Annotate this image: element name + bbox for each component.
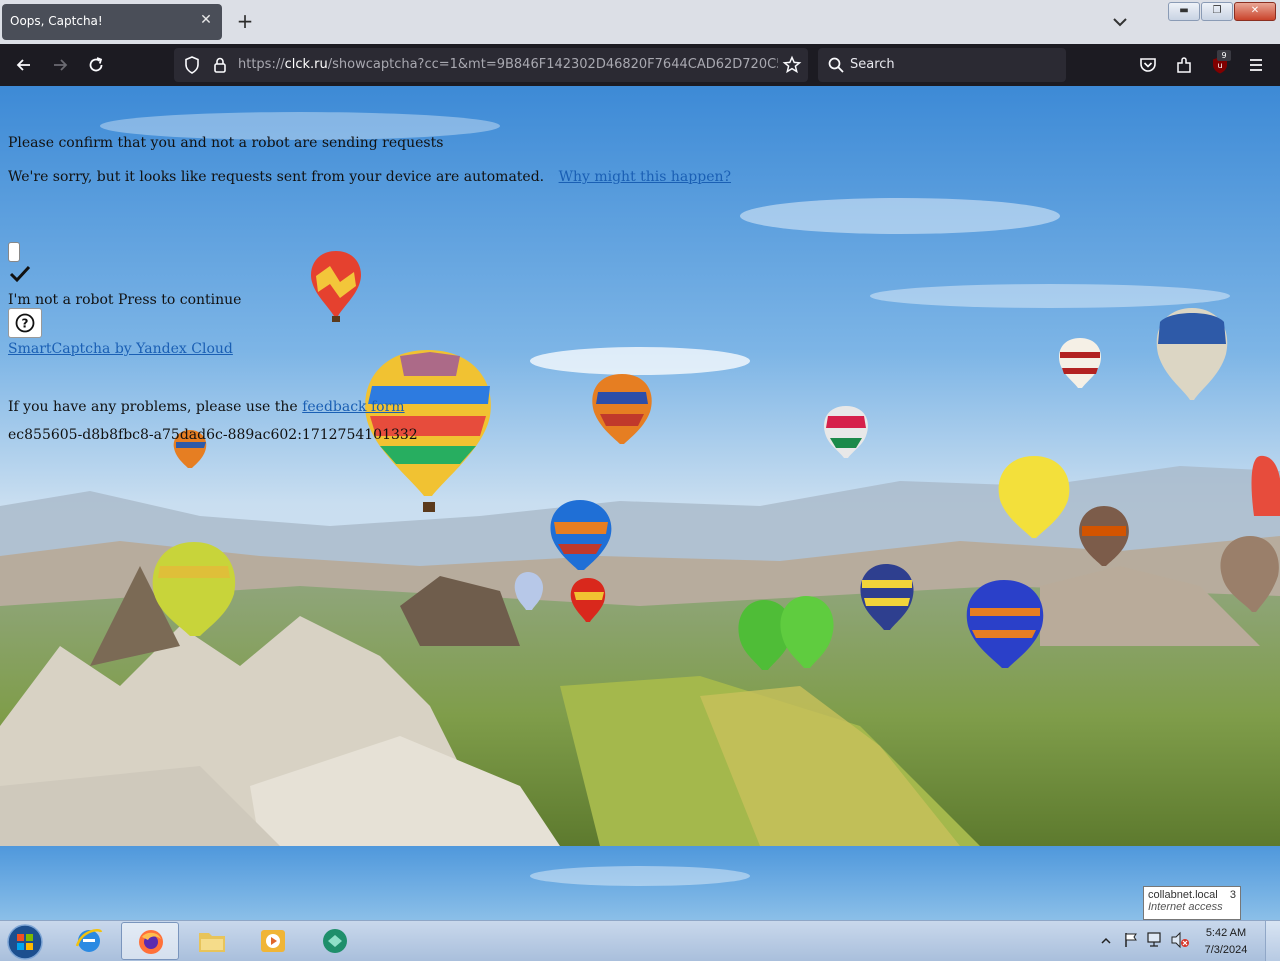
tray-expand-icon[interactable] — [1100, 935, 1112, 947]
firefox-icon — [139, 930, 163, 954]
url-text[interactable]: https://clck.ru/showcaptcha?cc=1&mt=9B84… — [238, 57, 778, 72]
problems-text: If you have any problems, please use the — [8, 399, 298, 415]
robot-checkbox[interactable] — [8, 242, 20, 262]
checkmark-icon — [9, 265, 31, 283]
help-icon-glyph: ? — [22, 317, 29, 331]
internet-explorer-icon — [75, 929, 103, 952]
restore-button[interactable]: ❐ — [1201, 2, 1233, 21]
tray-clock[interactable]: 5:42 AM 7/3/2024 — [1196, 925, 1256, 959]
sorry-line: We're sorry, but it looks like requests … — [8, 169, 731, 185]
background-landscape-image — [0, 86, 1280, 920]
robot-label[interactable]: I'm not a robot Press to continue — [8, 292, 241, 308]
svg-text:u: u — [1217, 61, 1222, 70]
pocket-icon[interactable] — [1138, 55, 1158, 75]
feedback-form-link[interactable]: feedback form — [302, 399, 404, 415]
problems-line: If you have any problems, please use the… — [8, 399, 405, 415]
window-controls: ▬ ❐ ✕ — [1168, 2, 1276, 21]
tab-active[interactable]: Oops, Captcha! ✕ — [2, 4, 222, 40]
network-tooltip: collabnet.local 3 Internet access — [1143, 886, 1241, 920]
sorry-text: We're sorry, but it looks like requests … — [8, 169, 545, 185]
clock-time: 5:42 AM — [1205, 927, 1247, 939]
why-might-this-happen-link[interactable]: Why might this happen? — [559, 169, 731, 185]
shield-icon[interactable] — [182, 55, 202, 75]
clock-date: 7/3/2024 — [1204, 944, 1248, 956]
search-icon — [828, 57, 844, 73]
url-bar[interactable]: https://clck.ru/showcaptcha?cc=1&mt=9B84… — [174, 48, 808, 82]
taskbar-firefox[interactable] — [121, 922, 179, 960]
tooltip-count: 3 — [1229, 889, 1236, 901]
new-tab-button[interactable]: + — [234, 10, 256, 32]
smartcaptcha-link[interactable]: SmartCaptcha by Yandex Cloud — [8, 341, 233, 357]
close-window-button[interactable]: ✕ — [1234, 2, 1276, 21]
url-prefix: https:// — [238, 57, 285, 72]
url-host: clck.ru — [284, 57, 328, 72]
question-icon: ? — [15, 313, 35, 333]
chevron-down-icon[interactable] — [1110, 12, 1130, 32]
reload-icon[interactable] — [86, 55, 106, 75]
network-icon[interactable] — [1146, 931, 1164, 949]
tab-title: Oops, Captcha! — [10, 14, 103, 28]
tooltip-title: collabnet.local — [1148, 889, 1218, 901]
help-button[interactable]: ? — [8, 308, 42, 338]
request-id: ec855605-d8b8fbc8-a75dad6c-889ac602:1712… — [8, 427, 418, 443]
taskbar-internet-explorer[interactable] — [60, 922, 118, 960]
folder-icon — [199, 933, 225, 952]
windows-taskbar: 5:42 AM 7/3/2024 — [0, 920, 1280, 961]
url-path: /showcaptcha?cc=1&mt=9B846F142302D46820F… — [327, 57, 778, 72]
taskbar-file-explorer[interactable] — [183, 922, 241, 960]
tab-bar: Oops, Captcha! ✕ + ▬ ❐ ✕ — [0, 0, 1280, 44]
taskbar-app[interactable] — [306, 922, 364, 960]
minimize-button[interactable]: ▬ — [1168, 2, 1200, 21]
search-placeholder: Search — [850, 57, 895, 72]
menu-icon[interactable] — [1246, 55, 1266, 75]
bookmark-star-icon[interactable] — [782, 55, 802, 75]
lock-icon[interactable] — [210, 55, 230, 75]
page-heading: Please confirm that you and not a robot … — [8, 135, 444, 151]
tooltip-subtitle: Internet access — [1148, 901, 1223, 913]
extension-badge: 9 — [1217, 50, 1231, 61]
search-bar[interactable]: Search — [818, 48, 1066, 82]
media-player-icon — [261, 930, 285, 952]
page-viewport: Please confirm that you and not a robot … — [0, 86, 1280, 920]
extensions-icon[interactable] — [1174, 55, 1194, 75]
volume-muted-icon[interactable] — [1170, 931, 1190, 949]
tab-close-icon[interactable]: ✕ — [198, 12, 214, 28]
back-icon[interactable] — [14, 55, 34, 75]
app-globe-icon — [323, 929, 347, 953]
start-button-icon[interactable] — [6, 923, 44, 961]
show-desktop-button[interactable] — [1265, 921, 1280, 961]
taskbar-media-player[interactable] — [244, 922, 302, 960]
action-center-flag-icon[interactable] — [1122, 931, 1140, 949]
forward-icon[interactable] — [50, 55, 70, 75]
navigation-bar: https://clck.ru/showcaptcha?cc=1&mt=9B84… — [0, 44, 1280, 86]
